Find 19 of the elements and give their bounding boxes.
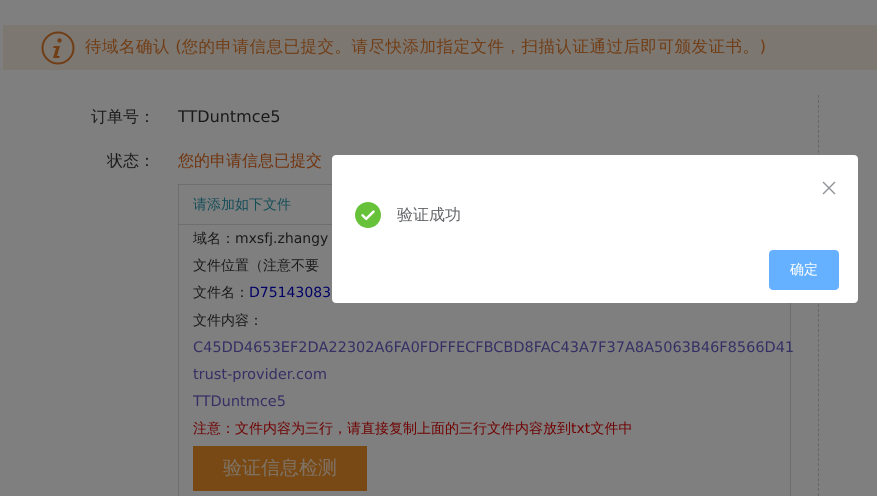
filename-value: D75143083: [249, 285, 332, 302]
file-info-line: 文件内容：: [192, 312, 264, 331]
status-text: 您的申请信息已提交: [178, 150, 322, 172]
order-label: 订单号：: [90, 106, 155, 128]
dialog-message: 验证成功: [397, 204, 461, 226]
order-number: TTDuntmce5: [178, 106, 281, 128]
file-content-line: TTDuntmce5: [192, 393, 287, 412]
filename-label: 文件名：: [193, 285, 249, 302]
file-info-line: 文件位置（注意不要: [192, 257, 320, 276]
close-button[interactable]: [822, 181, 836, 195]
file-content-line: trust-provider.com: [192, 366, 328, 386]
success-check-icon: [355, 202, 381, 228]
banner-text: 待域名确认 (您的申请信息已提交。请尽快添加指定文件，扫描认证通过后即可颁发证书。): [85, 36, 766, 58]
confirm-button[interactable]: 确定: [769, 250, 839, 290]
note-text: 注意：文件内容为三行，请直接复制上面的三行文件内容放到txt文件中: [192, 420, 634, 440]
file-info-line: 域名：mxsfj.zhangy: [192, 230, 330, 249]
status-label: 状态：: [106, 150, 155, 172]
verify-button[interactable]: 验证信息检测: [193, 446, 367, 491]
info-icon: [41, 30, 75, 64]
